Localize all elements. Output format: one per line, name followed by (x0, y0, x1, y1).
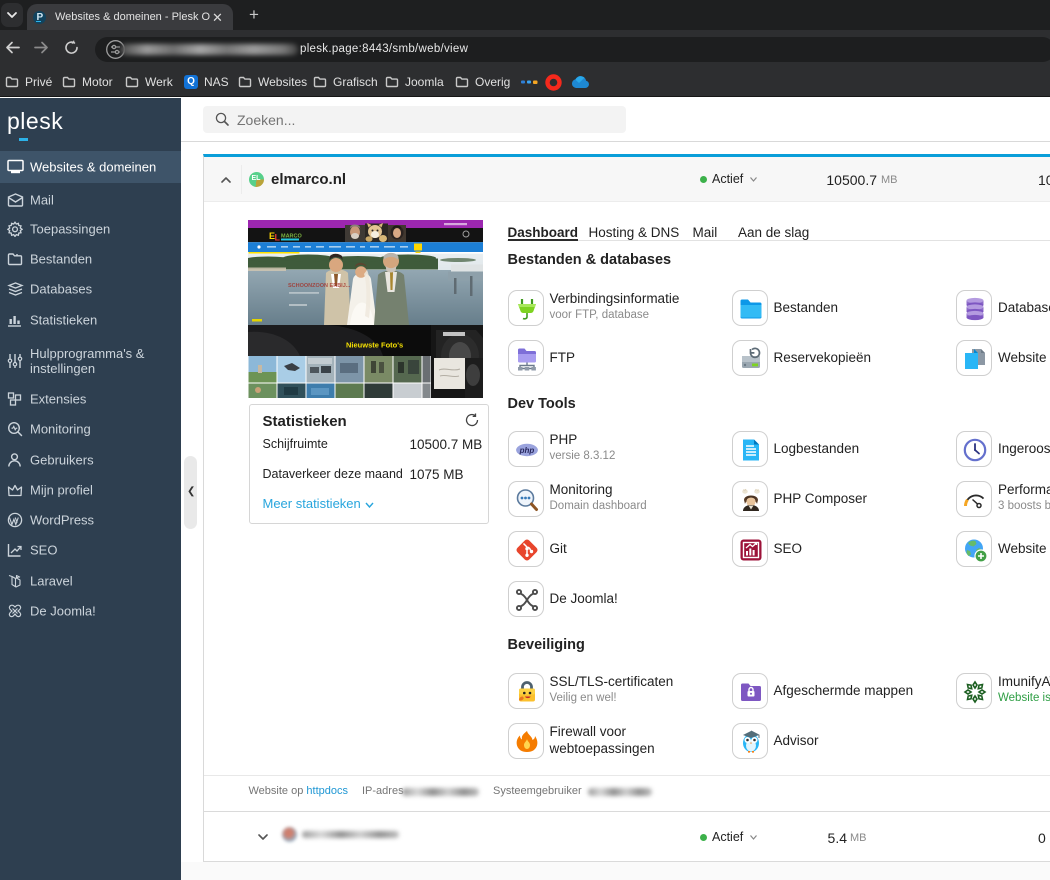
svg-text:SCHOONZOON ERBIJ...: SCHOONZOON ERBIJ... (288, 283, 351, 289)
svg-text:Nieuwste Foto's: Nieuwste Foto's (346, 341, 403, 350)
svg-text:php: php (518, 445, 534, 454)
svg-text:L: L (275, 233, 281, 243)
